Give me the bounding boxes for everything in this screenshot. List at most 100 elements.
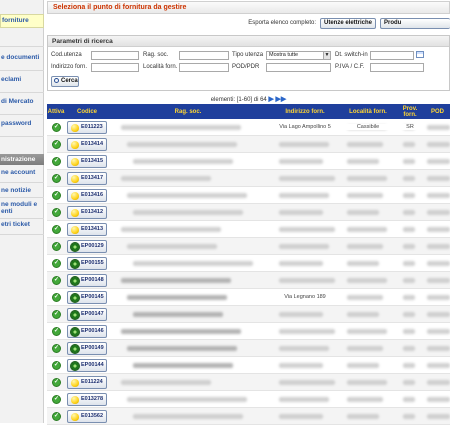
table-row[interactable]: ✓ E013417 (47, 170, 450, 187)
search-panel-title: Parametri di ricerca (48, 36, 449, 47)
table-row[interactable]: ✓ E013416 (47, 187, 450, 204)
code-button[interactable]: E011224 (67, 376, 107, 389)
col-rag-soc[interactable]: Rag. soc. (109, 104, 267, 119)
code-button[interactable]: E013415 (67, 155, 107, 168)
blurred-pod (427, 176, 450, 181)
code-button[interactable]: EP00146 (67, 325, 107, 338)
page-title: Seleziona il punto di fornitura da gesti… (47, 1, 450, 14)
code-button[interactable]: EP00147 (67, 308, 107, 321)
pager-text: elementi: [1-60] di 64 (210, 97, 267, 103)
blurred-localita (347, 295, 383, 300)
prov-cell: SR (397, 124, 423, 130)
blurred-localita (347, 278, 387, 283)
table-row[interactable]: ✓ E013415 (47, 153, 450, 170)
rag-soc-input[interactable] (179, 51, 229, 60)
code-label: E013412 (81, 209, 104, 215)
table-row[interactable]: ✓ E013278 (47, 391, 450, 408)
export-label: Esporta elenco completo: (248, 20, 316, 26)
blurred-pod (427, 346, 450, 351)
pod-pdr-input[interactable] (266, 63, 331, 72)
sidebar-divider (0, 218, 44, 219)
blurred-prov (403, 329, 415, 334)
table-row[interactable]: ✓ E013413 (47, 221, 450, 238)
export-utenze-elettriche-button[interactable]: Utenze elettriche (320, 18, 376, 29)
blurred-prov (403, 261, 415, 266)
code-button[interactable]: EP00145 (67, 291, 107, 304)
blurred-indirizzo (279, 380, 335, 385)
table-row[interactable]: ✓ E011223 Via Lago Ampollino 5 Cassibile SR (47, 119, 450, 136)
col-prov[interactable]: Prov. forn. (397, 104, 423, 119)
col-attiva[interactable]: Attiva (47, 104, 65, 119)
calendar-icon[interactable] (416, 51, 424, 58)
arrow-right-icon[interactable]: ▶ (268, 96, 273, 103)
table-row[interactable]: ✓ EP00129 (47, 238, 450, 255)
col-indirizzo[interactable]: Indirizzo forn. (269, 104, 341, 119)
code-button[interactable]: E013278 (67, 393, 107, 406)
table-row[interactable]: ✓ EP00148 (47, 272, 450, 289)
blurred-indirizzo (279, 193, 329, 198)
sidebar-item-moduli-cont[interactable]: enti (0, 208, 44, 216)
code-button[interactable]: E013416 (67, 189, 107, 202)
code-button[interactable]: E013414 (67, 138, 107, 151)
sidebar-divider (0, 114, 44, 115)
code-button[interactable]: E013417 (67, 172, 107, 185)
gear-icon (71, 328, 79, 336)
table-row[interactable]: ✓ EP00146 (47, 323, 450, 340)
table-row[interactable]: ✓ EP00149 (47, 340, 450, 357)
table-row[interactable]: ✓ EP00145 Via Legnano 189 (47, 289, 450, 306)
gear-icon (71, 345, 79, 353)
code-button[interactable]: E011223 (67, 121, 107, 134)
code-label: EP00149 (81, 345, 104, 351)
bulb-icon (71, 124, 79, 132)
code-button[interactable]: EP00155 (67, 257, 107, 270)
blurred-rag-soc (133, 363, 233, 368)
sidebar-item-mercato[interactable]: di Mercato (0, 98, 44, 106)
col-pod[interactable]: POD (425, 104, 450, 119)
table-row[interactable]: ✓ EP00144 (47, 357, 450, 374)
sidebar-item-notizie[interactable]: ne notizie (0, 187, 44, 195)
table-header: Attiva Codice Rag. soc. Indirizzo forn. … (47, 104, 450, 119)
sidebar-item-password[interactable]: password (0, 120, 44, 128)
localita-forn-input[interactable] (179, 63, 229, 72)
sidebar-item-forniture[interactable]: forniture (0, 14, 44, 28)
sidebar-item-account[interactable]: ne account (0, 169, 44, 177)
table-row[interactable]: ✓ E013412 (47, 204, 450, 221)
code-button[interactable]: EP00148 (67, 274, 107, 287)
cerca-button[interactable]: Cerca (51, 76, 79, 87)
code-button[interactable]: E013412 (67, 206, 107, 219)
blurred-pod (427, 244, 450, 249)
sidebar-item-reclami[interactable]: eclami (0, 76, 44, 84)
code-label: EP00129 (81, 243, 104, 249)
piva-cf-input[interactable] (370, 63, 424, 72)
table-row[interactable]: ✓ E013414 (47, 136, 450, 153)
blurred-indirizzo (279, 244, 329, 249)
export-produzione-button[interactable]: Produ (380, 18, 450, 29)
table-row[interactable]: ✓ EP00147 (47, 306, 450, 323)
col-localita[interactable]: Località forn. (343, 104, 393, 119)
cod-utenza-input[interactable] (91, 51, 139, 60)
table-row[interactable]: ✓ E013562 (47, 408, 450, 425)
code-label: EP00147 (81, 311, 104, 317)
code-button[interactable]: E013413 (67, 223, 107, 236)
sidebar-item-documenti[interactable]: e documenti (0, 54, 44, 62)
sidebar-item-ticket[interactable]: etri ticket (0, 221, 44, 229)
col-codice[interactable]: Codice (67, 104, 107, 119)
blurred-rag-soc (133, 312, 223, 317)
blurred-rag-soc (127, 295, 227, 300)
dt-switch-in-input[interactable] (370, 51, 414, 60)
blurred-indirizzo (279, 210, 323, 215)
code-button[interactable]: EP00149 (67, 342, 107, 355)
tipo-utenza-select[interactable]: Mostra tutte ▼ (266, 51, 331, 60)
double-arrow-right-icon[interactable]: ▶▶ (276, 96, 287, 103)
blurred-rag-soc (127, 397, 247, 402)
table-row[interactable]: ✓ EP00155 (47, 255, 450, 272)
code-button[interactable]: E013562 (67, 410, 107, 423)
table-row[interactable]: ✓ E011224 (47, 374, 450, 391)
blurred-rag-soc (133, 261, 253, 266)
blurred-rag-soc (121, 125, 241, 130)
code-button[interactable]: EP00129 (67, 240, 107, 253)
active-check-icon: ✓ (52, 378, 61, 387)
code-button[interactable]: EP00144 (67, 359, 107, 372)
indirizzo-forn-input[interactable] (91, 63, 139, 72)
blurred-indirizzo (279, 414, 323, 419)
